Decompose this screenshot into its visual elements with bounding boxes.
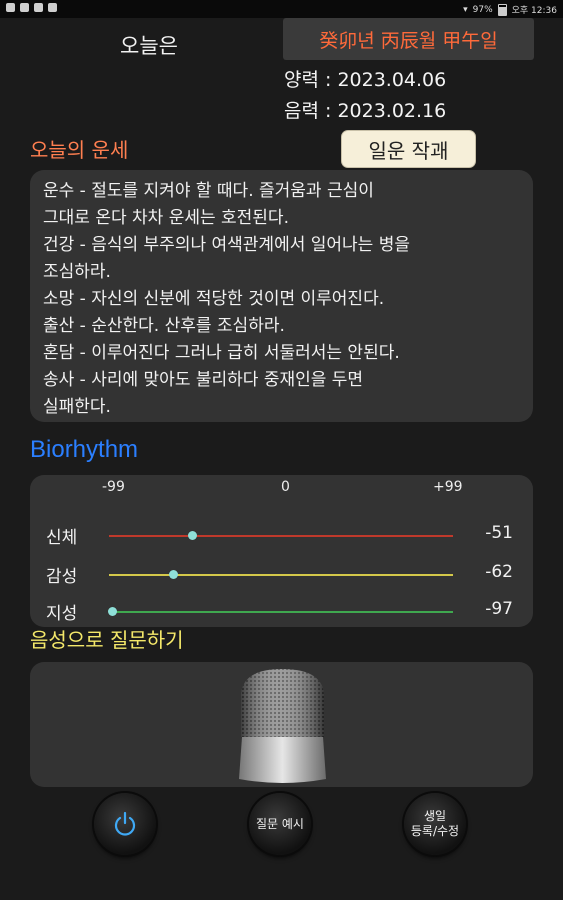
notification-icon — [20, 3, 29, 12]
biorhythm-label: 신체 — [46, 528, 78, 548]
voice-question-title: 음성으로 질문하기 — [30, 628, 184, 652]
fortune-panel: 운수 - 절도를 지켜야 할 때다. 즐거움과 근심이 그대로 온다 차차 운세… — [30, 170, 533, 422]
question-example-label: 질문 예시 — [256, 816, 304, 831]
notification-icon — [6, 3, 15, 12]
daily-divination-button[interactable]: 일운 작괘 — [341, 130, 476, 168]
biorhythm-track — [109, 531, 453, 540]
biorhythm-track — [109, 570, 453, 579]
battery-icon — [497, 3, 507, 16]
solar-date: 양력 : 2023.04.06 — [284, 69, 447, 91]
status-bar: ▾ 97% 오후 12:36 — [0, 0, 563, 18]
lunar-date: 음력 : 2023.02.16 — [284, 100, 447, 122]
biorhythm-value: -51 — [485, 523, 513, 543]
biorhythm-marker — [188, 531, 198, 540]
power-icon — [114, 811, 136, 836]
biorhythm-track — [108, 607, 453, 616]
app-screen: 오늘은 癸卯년 丙辰월 甲午일 양력 : 2023.04.06 음력 : 202… — [0, 18, 563, 900]
system-tray: ▾ 97% 오후 12:36 — [463, 3, 557, 16]
question-example-button[interactable]: 질문 예시 — [249, 793, 311, 855]
notification-icons — [6, 3, 57, 12]
birthday-register-label: 생일 등록/수정 — [410, 809, 460, 838]
fortune-text: 운수 - 절도를 지켜야 할 때다. 즐거움과 근심이 그대로 온다 차차 운세… — [43, 181, 410, 417]
biorhythm-marker — [169, 570, 179, 579]
notification-icon — [48, 3, 57, 12]
fortune-title: 오늘의 운세 — [30, 138, 129, 162]
biorhythm-panel: -99 0 +99 신체 -51 감성 -62 지성 -97 — [30, 475, 533, 627]
today-label: 오늘은 — [120, 34, 178, 58]
biorhythm-marker — [108, 607, 118, 616]
birthday-register-button[interactable]: 생일 등록/수정 — [404, 793, 466, 855]
notification-icon — [34, 3, 43, 12]
biorhythm-row-physical: 신체 -51 — [30, 523, 533, 553]
biorhythm-title: Biorhythm — [30, 436, 139, 463]
microphone-icon[interactable] — [237, 667, 328, 785]
biorhythm-label: 감성 — [46, 567, 78, 587]
biorhythm-value: -62 — [485, 562, 513, 582]
power-button[interactable] — [94, 793, 156, 855]
ganji-display: 癸卯년 丙辰월 甲午일 — [283, 18, 534, 60]
biorhythm-label: 지성 — [46, 604, 78, 624]
clock: 오후 12:36 — [511, 6, 557, 16]
biorhythm-row-emotional: 감성 -62 — [30, 562, 533, 592]
wifi-icon: ▾ — [463, 4, 468, 15]
voice-panel — [30, 662, 533, 787]
scale-min-label: -99 — [102, 479, 125, 495]
battery-percent: 97% — [472, 4, 493, 15]
scale-max-label: +99 — [433, 479, 463, 495]
scale-zero-label: 0 — [281, 479, 290, 495]
biorhythm-value: -97 — [485, 599, 513, 619]
